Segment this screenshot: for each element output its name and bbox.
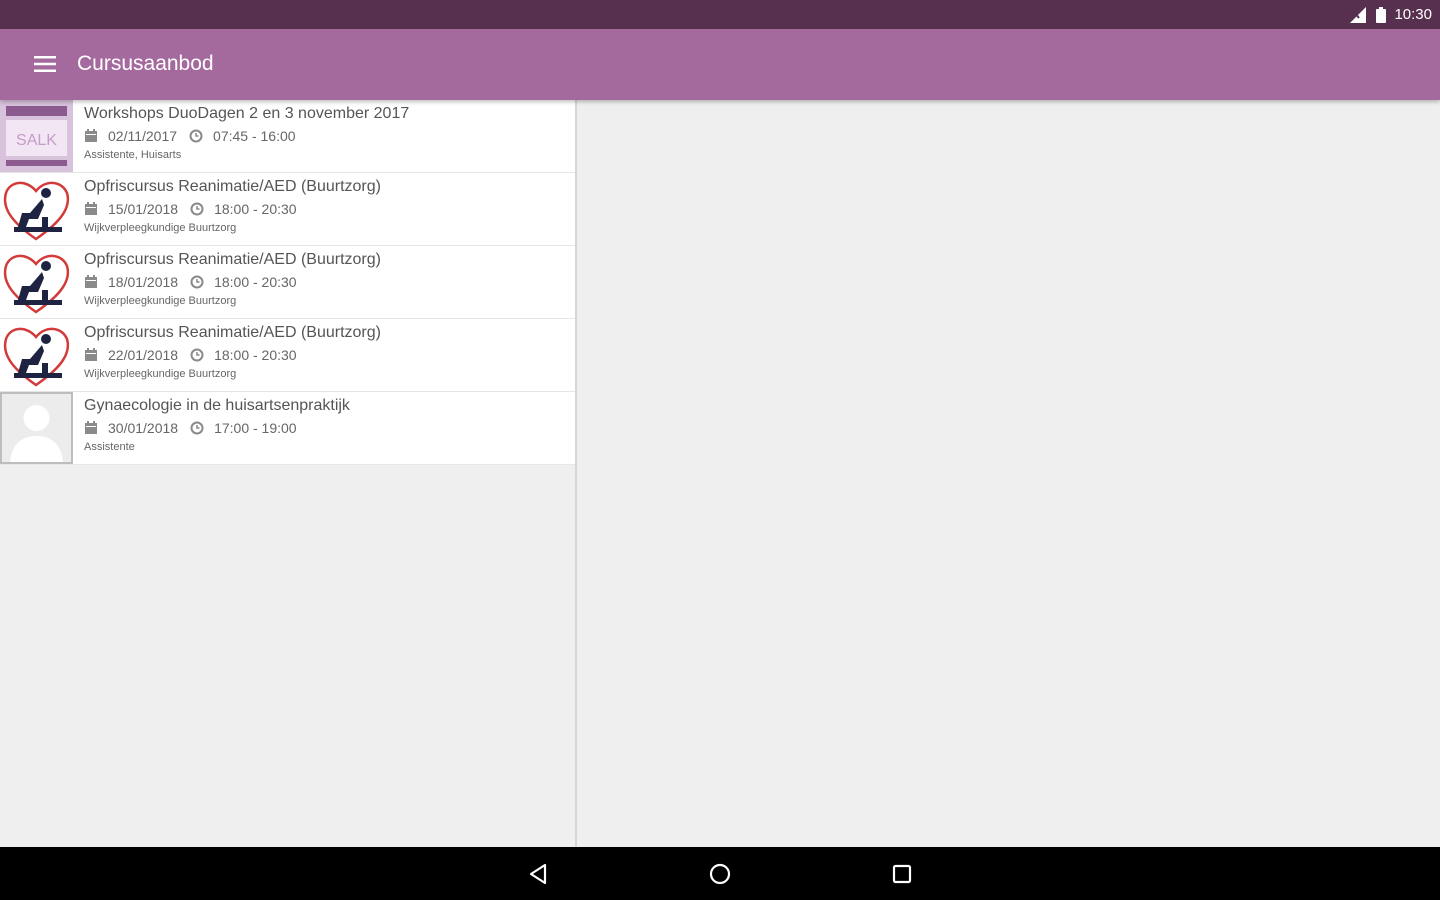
calendar-icon (85, 348, 97, 361)
course-title: Opfriscursus Reanimatie/AED (Buurtzorg) (84, 178, 381, 195)
recents-icon (892, 864, 912, 884)
course-list-item[interactable]: Gynaecologie in de huisartsenpraktijk 30… (0, 392, 575, 465)
course-audience: Wijkverpleegkundige Buurtzorg (84, 222, 237, 234)
course-audience: Wijkverpleegkundige Buurtzorg (84, 368, 237, 380)
course-meta: 18/01/2018 18:00 - 20:30 (84, 272, 567, 292)
course-date: 15/01/2018 (108, 201, 179, 217)
course-info: Workshops DuoDagen 2 en 3 november 2017 … (84, 104, 567, 162)
cpr-heart-thumbnail (0, 173, 73, 245)
page-title: Cursusaanbod (77, 52, 214, 75)
course-date: 30/01/2018 (108, 420, 179, 436)
course-date: 02/11/2017 (108, 128, 178, 144)
person-placeholder-thumbnail (0, 392, 73, 464)
course-meta: 15/01/2018 18:00 - 20:30 (84, 199, 567, 219)
status-bar: 10:30 (0, 0, 1440, 29)
calendar-icon (85, 275, 97, 288)
course-list-item[interactable]: Opfriscursus Reanimatie/AED (Buurtzorg) … (0, 173, 575, 246)
course-info: Gynaecologie in de huisartsenpraktijk 30… (84, 396, 567, 454)
course-info: Opfriscursus Reanimatie/AED (Buurtzorg) … (84, 250, 567, 308)
course-info: Opfriscursus Reanimatie/AED (Buurtzorg) … (84, 177, 567, 235)
app-bar: Cursusaanbod (0, 29, 1440, 100)
cpr-heart-thumbnail (0, 246, 73, 318)
course-title: Opfriscursus Reanimatie/AED (Buurtzorg) (84, 251, 381, 268)
calendar-icon (85, 421, 97, 434)
battery-icon (1376, 6, 1387, 23)
course-time: 17:00 - 19:00 (214, 420, 297, 436)
recents-button[interactable] (886, 858, 918, 890)
clock-icon (190, 348, 204, 362)
event-poster-thumbnail: SALK (0, 100, 73, 172)
course-time: 07:45 - 16:00 (213, 128, 296, 144)
course-list-item[interactable]: SALK Workshops DuoDagen 2 en 3 november … (0, 100, 575, 173)
course-title: Gynaecologie in de huisartsenpraktijk (84, 397, 350, 414)
course-list-item[interactable]: Opfriscursus Reanimatie/AED (Buurtzorg) … (0, 246, 575, 319)
course-title: Workshops DuoDagen 2 en 3 november 2017 (84, 105, 410, 122)
course-list-item[interactable]: Opfriscursus Reanimatie/AED (Buurtzorg) … (0, 319, 575, 392)
clock-icon (190, 421, 204, 435)
course-audience: Assistente (84, 441, 135, 453)
calendar-icon (85, 129, 97, 142)
course-date: 18/01/2018 (108, 274, 179, 290)
clock-icon (189, 129, 203, 143)
calendar-icon (85, 202, 97, 215)
course-list-pane: SALK Workshops DuoDagen 2 en 3 november … (0, 100, 577, 847)
svg-text:SALK: SALK (16, 132, 57, 149)
cpr-heart-thumbnail (0, 319, 73, 391)
back-icon (529, 863, 547, 885)
home-icon (709, 863, 731, 885)
clock-icon (190, 202, 204, 216)
status-icons: 10:30 (1350, 0, 1432, 29)
course-meta: 22/01/2018 18:00 - 20:30 (84, 345, 567, 365)
course-info: Opfriscursus Reanimatie/AED (Buurtzorg) … (84, 323, 567, 381)
clock-icon (190, 275, 204, 289)
course-title: Opfriscursus Reanimatie/AED (Buurtzorg) (84, 324, 381, 341)
hamburger-menu-icon (34, 56, 56, 72)
course-audience: Wijkverpleegkundige Buurtzorg (84, 295, 237, 307)
course-list: SALK Workshops DuoDagen 2 en 3 november … (0, 100, 575, 465)
course-audience: Assistente, Huisarts (84, 149, 182, 161)
course-time: 18:00 - 20:30 (214, 274, 297, 290)
back-button[interactable] (522, 858, 554, 890)
course-date: 22/01/2018 (108, 347, 179, 363)
signal-icon (1350, 6, 1367, 23)
course-time: 18:00 - 20:30 (214, 347, 297, 363)
navigation-bar (0, 847, 1440, 900)
status-time: 10:30 (1394, 6, 1432, 23)
course-meta: 30/01/2018 17:00 - 19:00 (84, 418, 567, 438)
course-time: 18:00 - 20:30 (214, 201, 297, 217)
home-button[interactable] (704, 858, 736, 890)
course-meta: 02/11/2017 07:45 - 16:00 (84, 126, 567, 146)
hamburger-menu-button[interactable] (32, 51, 58, 77)
